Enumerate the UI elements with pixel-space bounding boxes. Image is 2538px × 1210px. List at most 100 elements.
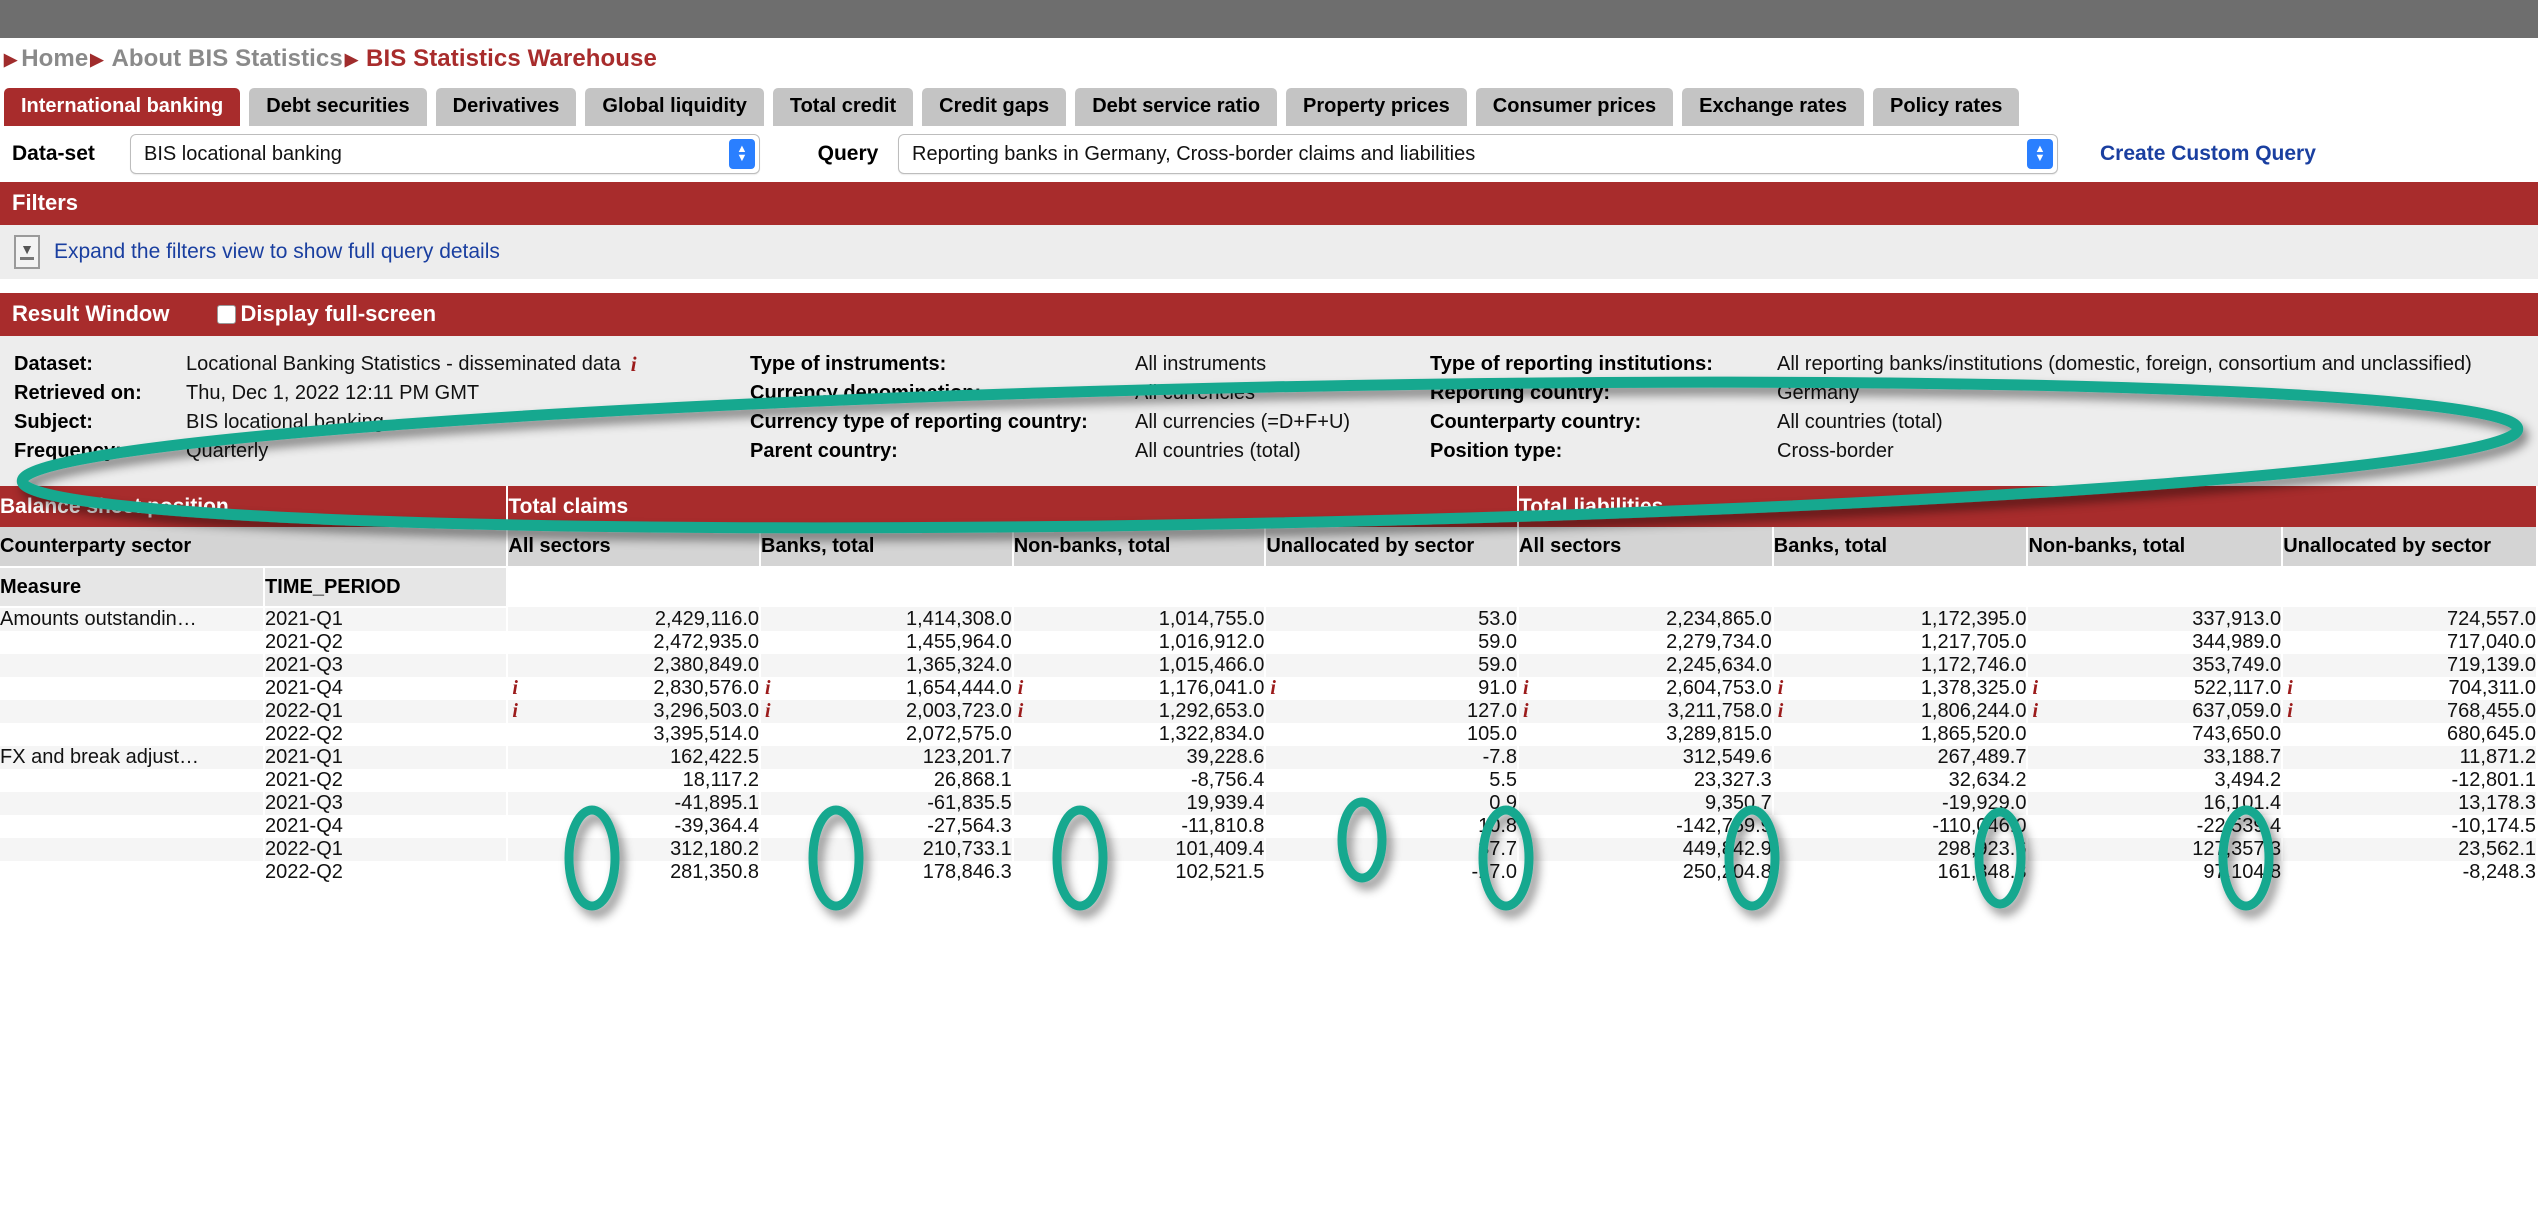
data-cell[interactable]: i91.0 bbox=[1265, 677, 1518, 700]
data-cell[interactable]: 123,201.7 bbox=[760, 746, 1013, 769]
data-cell[interactable]: 102,521.5 bbox=[1013, 861, 1266, 884]
create-custom-query-link[interactable]: Create Custom Query bbox=[2100, 142, 2316, 166]
data-cell[interactable]: 5.5 bbox=[1265, 769, 1518, 792]
cell-info-icon[interactable]: i bbox=[2287, 677, 2293, 700]
data-cell[interactable]: 353,749.0 bbox=[2027, 654, 2282, 677]
data-cell[interactable]: 3,494.2 bbox=[2027, 769, 2282, 792]
data-cell[interactable]: i3,296,503.0 bbox=[507, 700, 760, 723]
header-sector-claims-unallocated[interactable]: Unallocated by sector bbox=[1265, 527, 1518, 567]
dataset-select-stepper-icon[interactable]: ▲ ▼ bbox=[729, 139, 755, 169]
data-cell[interactable]: -17.0 bbox=[1265, 861, 1518, 884]
header-balance-sheet-position[interactable]: Balance sheet position bbox=[0, 486, 507, 527]
data-cell[interactable]: 10.8 bbox=[1265, 815, 1518, 838]
data-cell[interactable]: 101,409.4 bbox=[1013, 838, 1266, 861]
data-cell[interactable]: 1,015,466.0 bbox=[1013, 654, 1266, 677]
data-cell[interactable]: 2,472,935.0 bbox=[507, 631, 760, 654]
data-cell[interactable]: i1,806,244.0 bbox=[1773, 700, 2028, 723]
data-cell[interactable]: 13,178.3 bbox=[2282, 792, 2537, 815]
data-cell[interactable]: -8,248.3 bbox=[2282, 861, 2537, 884]
tab-credit-gaps[interactable]: Credit gaps bbox=[922, 88, 1066, 126]
data-cell[interactable]: -12,801.1 bbox=[2282, 769, 2537, 792]
expand-filters-link[interactable]: Expand the filters view to show full que… bbox=[54, 240, 500, 264]
data-cell[interactable]: 743,650.0 bbox=[2027, 723, 2282, 746]
data-cell[interactable]: 210,733.1 bbox=[760, 838, 1013, 861]
query-select-stepper-icon[interactable]: ▲ ▼ bbox=[2027, 139, 2053, 169]
header-sector-claims-all[interactable]: All sectors bbox=[507, 527, 760, 567]
data-cell[interactable]: 1,172,395.0 bbox=[1773, 607, 2028, 631]
header-sector-claims-banks[interactable]: Banks, total bbox=[760, 527, 1013, 567]
data-cell[interactable]: 26,868.1 bbox=[760, 769, 1013, 792]
tab-property-prices[interactable]: Property prices bbox=[1286, 88, 1467, 126]
tab-exchange-rates[interactable]: Exchange rates bbox=[1682, 88, 1864, 126]
data-cell[interactable]: 337,913.0 bbox=[2027, 607, 2282, 631]
data-cell[interactable]: 1,322,834.0 bbox=[1013, 723, 1266, 746]
data-cell[interactable]: i522,117.0 bbox=[2027, 677, 2282, 700]
data-cell[interactable]: i1,654,444.0 bbox=[760, 677, 1013, 700]
data-cell[interactable]: 2,072,575.0 bbox=[760, 723, 1013, 746]
data-cell[interactable]: 1,016,912.0 bbox=[1013, 631, 1266, 654]
data-cell[interactable]: 1,865,520.0 bbox=[1773, 723, 2028, 746]
tab-debt-securities[interactable]: Debt securities bbox=[249, 88, 426, 126]
data-cell[interactable]: -27,564.3 bbox=[760, 815, 1013, 838]
data-cell[interactable]: -142,759.9 bbox=[1518, 815, 1773, 838]
cell-info-icon[interactable]: i bbox=[1270, 677, 1276, 700]
header-measure[interactable]: Measure bbox=[0, 567, 264, 607]
data-cell[interactable]: -8,756.4 bbox=[1013, 769, 1266, 792]
display-fullscreen-checkbox[interactable] bbox=[217, 305, 236, 324]
cell-info-icon[interactable]: i bbox=[2287, 700, 2293, 723]
data-cell[interactable]: 37.7 bbox=[1265, 838, 1518, 861]
cell-info-icon[interactable]: i bbox=[2032, 677, 2038, 700]
header-group-total-claims[interactable]: Total claims bbox=[507, 486, 1518, 527]
data-cell[interactable]: 719,139.0 bbox=[2282, 654, 2537, 677]
data-cell[interactable]: -39,364.4 bbox=[507, 815, 760, 838]
data-cell[interactable]: 59.0 bbox=[1265, 631, 1518, 654]
query-select[interactable]: Reporting banks in Germany, Cross-border… bbox=[898, 134, 2058, 174]
data-cell[interactable]: i1,292,653.0 bbox=[1013, 700, 1266, 723]
dataset-info-icon[interactable]: i bbox=[631, 352, 637, 377]
data-cell[interactable]: 1,365,324.0 bbox=[760, 654, 1013, 677]
data-cell[interactable]: 39,228.6 bbox=[1013, 746, 1266, 769]
data-cell[interactable]: 161,348.3 bbox=[1773, 861, 2028, 884]
data-cell[interactable]: i1,378,325.0 bbox=[1773, 677, 2028, 700]
cell-info-icon[interactable]: i bbox=[765, 677, 771, 700]
tab-international-banking[interactable]: International banking bbox=[4, 88, 240, 126]
data-cell[interactable]: -10,174.5 bbox=[2282, 815, 2537, 838]
display-fullscreen-control[interactable]: Display full-screen bbox=[217, 301, 436, 327]
data-cell[interactable]: i704,311.0 bbox=[2282, 677, 2537, 700]
data-cell[interactable]: 3,289,815.0 bbox=[1518, 723, 1773, 746]
data-cell[interactable]: -41,895.1 bbox=[507, 792, 760, 815]
data-cell[interactable]: -110,046.0 bbox=[1773, 815, 2028, 838]
cell-info-icon[interactable]: i bbox=[1018, 700, 1024, 723]
cell-info-icon[interactable]: i bbox=[512, 700, 518, 723]
data-cell[interactable]: 1,414,308.0 bbox=[760, 607, 1013, 631]
data-cell[interactable]: 344,989.0 bbox=[2027, 631, 2282, 654]
dataset-select[interactable]: BIS locational banking ▲ ▼ bbox=[130, 134, 760, 174]
data-cell[interactable]: i2,604,753.0 bbox=[1518, 677, 1773, 700]
header-sector-liab-banks[interactable]: Banks, total bbox=[1773, 527, 2028, 567]
data-cell[interactable]: 2,380,849.0 bbox=[507, 654, 760, 677]
tab-derivatives[interactable]: Derivatives bbox=[436, 88, 577, 126]
data-cell[interactable]: 127.0 bbox=[1265, 700, 1518, 723]
data-cell[interactable]: 23,562.1 bbox=[2282, 838, 2537, 861]
data-cell[interactable]: 449,842.9 bbox=[1518, 838, 1773, 861]
cell-info-icon[interactable]: i bbox=[1778, 700, 1784, 723]
cell-info-icon[interactable]: i bbox=[1018, 677, 1024, 700]
data-cell[interactable]: 281,350.8 bbox=[507, 861, 760, 884]
data-cell[interactable]: 250,204.8 bbox=[1518, 861, 1773, 884]
data-cell[interactable]: 178,846.3 bbox=[760, 861, 1013, 884]
cell-info-icon[interactable]: i bbox=[765, 700, 771, 723]
data-cell[interactable]: 16,101.4 bbox=[2027, 792, 2282, 815]
data-cell[interactable]: 23,327.3 bbox=[1518, 769, 1773, 792]
data-cell[interactable]: -11,810.8 bbox=[1013, 815, 1266, 838]
data-cell[interactable]: 97,104.8 bbox=[2027, 861, 2282, 884]
data-cell[interactable]: 1,455,964.0 bbox=[760, 631, 1013, 654]
data-cell[interactable]: 1,217,705.0 bbox=[1773, 631, 2028, 654]
data-cell[interactable]: -19,929.0 bbox=[1773, 792, 2028, 815]
data-cell[interactable]: 267,489.7 bbox=[1773, 746, 2028, 769]
data-cell[interactable]: 32,634.2 bbox=[1773, 769, 2028, 792]
data-cell[interactable]: 2,245,634.0 bbox=[1518, 654, 1773, 677]
data-cell[interactable]: -22,539.4 bbox=[2027, 815, 2282, 838]
data-cell[interactable]: 53.0 bbox=[1265, 607, 1518, 631]
data-cell[interactable]: 162,422.5 bbox=[507, 746, 760, 769]
cell-info-icon[interactable]: i bbox=[2032, 700, 2038, 723]
